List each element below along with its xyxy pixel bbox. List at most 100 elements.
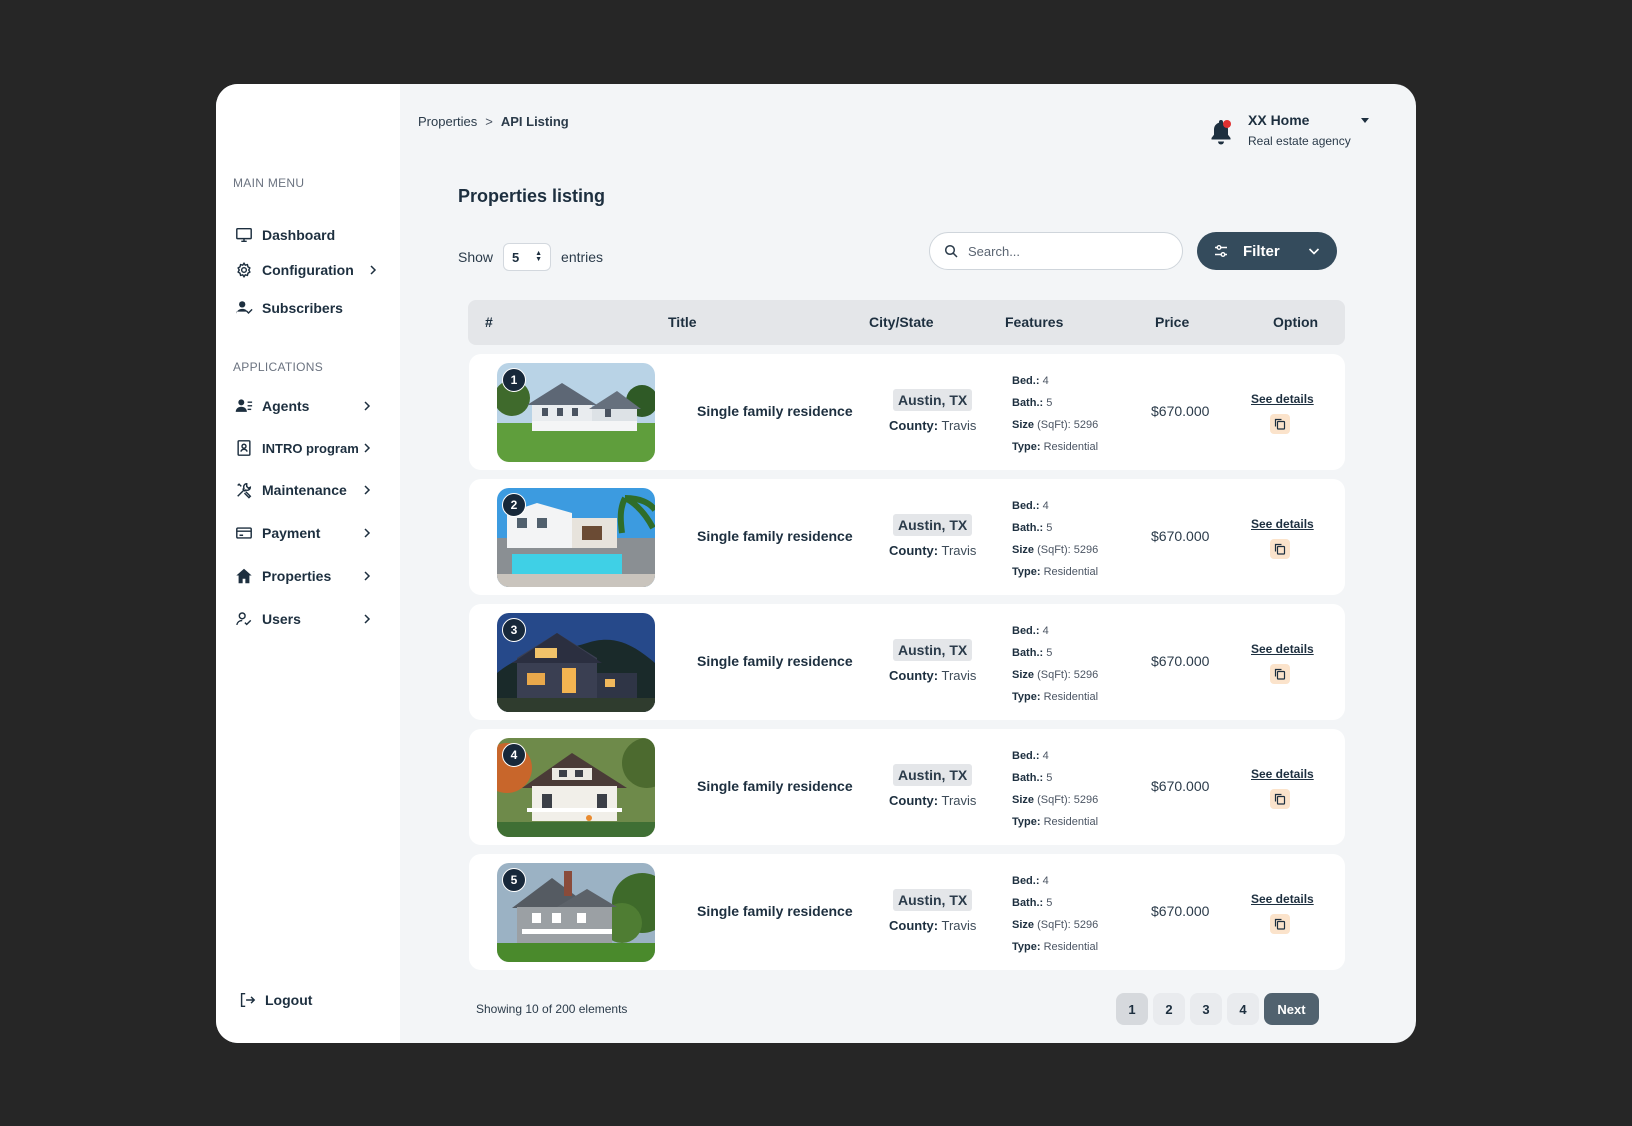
logout-icon xyxy=(237,990,257,1010)
see-details-link[interactable]: See details xyxy=(1251,892,1314,906)
sidebar-item-payment[interactable]: Payment xyxy=(234,520,374,546)
sidebar-item-label: Payment xyxy=(262,525,321,541)
caret-down-icon[interactable] xyxy=(1360,115,1370,125)
size-label: Size xyxy=(1012,669,1035,681)
type-value: Residential xyxy=(1043,941,1099,953)
chevron-right-icon xyxy=(360,399,374,413)
type-label: Type: xyxy=(1012,566,1041,578)
sidebar-item-intro-program[interactable]: INTRO program xyxy=(234,435,374,461)
column-header-option: Option xyxy=(1273,314,1319,330)
entries-stepper[interactable]: 5 ▲ ▼ xyxy=(503,243,552,271)
size-unit: (SqFt): xyxy=(1037,669,1071,681)
pagination-summary: Showing 10 of 200 elements xyxy=(476,1002,628,1016)
sidebar-item-configuration[interactable]: Configuration xyxy=(234,257,380,283)
chevron-right-icon xyxy=(360,526,374,540)
sidebar-item-users[interactable]: Users xyxy=(234,606,374,632)
size-unit: (SqFt): xyxy=(1037,794,1071,806)
size-unit: (SqFt): xyxy=(1037,544,1071,556)
bath-label: Bath.: xyxy=(1012,897,1044,909)
copy-button[interactable] xyxy=(1270,789,1290,809)
sidebar-item-dashboard[interactable]: Dashboard xyxy=(234,222,374,248)
see-details-link[interactable]: See details xyxy=(1251,517,1314,531)
type-label: Type: xyxy=(1012,691,1041,703)
page-button-2[interactable]: 2 xyxy=(1153,993,1185,1025)
copy-icon xyxy=(1274,418,1286,430)
logout-button[interactable]: Logout xyxy=(237,987,377,1013)
pagination: 1 2 3 4 Next xyxy=(1116,993,1319,1025)
sidebar-item-agents[interactable]: Agents xyxy=(234,393,374,419)
county-value: Travis xyxy=(941,543,977,558)
bed-label: Bed.: xyxy=(1012,375,1040,387)
features-list: Bed.: 4 Bath.: 5 Size (SqFt): 5296 Type:… xyxy=(1012,370,1098,458)
size-label: Size xyxy=(1012,794,1035,806)
county-label: County: xyxy=(889,668,939,683)
size-value: 5296 xyxy=(1073,669,1099,681)
type-label: Type: xyxy=(1012,816,1041,828)
bed-label: Bed.: xyxy=(1012,625,1040,637)
see-details-link[interactable]: See details xyxy=(1251,767,1314,781)
bed-value: 4 xyxy=(1042,500,1049,512)
breadcrumb-separator: > xyxy=(485,114,493,129)
county-value: Travis xyxy=(941,793,977,808)
city-state-badge: Austin, TX xyxy=(893,514,973,536)
county-label: County: xyxy=(889,918,939,933)
stepper-arrows-icon[interactable]: ▲ ▼ xyxy=(535,250,542,263)
sidebar-item-properties[interactable]: Properties xyxy=(234,563,374,589)
price-value: $670.000 xyxy=(1151,528,1210,544)
chevron-down-icon xyxy=(1307,244,1321,258)
breadcrumb-current: API Listing xyxy=(500,114,569,129)
county-value: Travis xyxy=(941,418,977,433)
size-value: 5296 xyxy=(1073,544,1099,556)
copy-icon xyxy=(1274,793,1286,805)
copy-button[interactable] xyxy=(1270,664,1290,684)
breadcrumb-parent[interactable]: Properties xyxy=(418,114,477,129)
size-value: 5296 xyxy=(1073,919,1099,931)
applications-heading: APPLICATIONS xyxy=(233,360,324,374)
copy-button[interactable] xyxy=(1270,914,1290,934)
search-input[interactable] xyxy=(968,243,1148,259)
tools-icon xyxy=(234,480,254,500)
show-label: Show xyxy=(458,249,494,265)
bath-label: Bath.: xyxy=(1012,647,1044,659)
size-unit: (SqFt): xyxy=(1037,919,1071,931)
page-button-3[interactable]: 3 xyxy=(1190,993,1222,1025)
sidebar-item-subscribers[interactable]: Subscribers xyxy=(234,295,374,321)
table-row: 5 Single family residence Austin, TX Cou… xyxy=(469,854,1345,970)
notification-bell-icon[interactable] xyxy=(1208,118,1234,146)
id-card-icon xyxy=(234,438,254,458)
type-value: Residential xyxy=(1043,566,1099,578)
price-value: $670.000 xyxy=(1151,653,1210,669)
size-value: 5296 xyxy=(1073,419,1099,431)
bath-label: Bath.: xyxy=(1012,397,1044,409)
account-menu[interactable]: XX Home Real estate agency xyxy=(1208,112,1370,148)
county-value: Travis xyxy=(941,918,977,933)
page-button-1[interactable]: 1 xyxy=(1116,993,1148,1025)
search-box[interactable] xyxy=(929,232,1183,270)
row-number-badge: 2 xyxy=(502,493,526,517)
county-text: County: Travis xyxy=(889,543,976,558)
copy-icon xyxy=(1274,668,1286,680)
city-state-badge: Austin, TX xyxy=(893,639,973,661)
property-title: Single family residence xyxy=(697,778,853,794)
page-button-4[interactable]: 4 xyxy=(1227,993,1259,1025)
filter-button[interactable]: Filter xyxy=(1197,232,1337,270)
city-state-badge: Austin, TX xyxy=(893,764,973,786)
bed-value: 4 xyxy=(1042,625,1049,637)
copy-button[interactable] xyxy=(1270,539,1290,559)
filter-label: Filter xyxy=(1243,242,1280,260)
see-details-link[interactable]: See details xyxy=(1251,392,1314,406)
size-value: 5296 xyxy=(1073,794,1099,806)
sidebar-item-maintenance[interactable]: Maintenance xyxy=(234,477,374,503)
see-details-link[interactable]: See details xyxy=(1251,642,1314,656)
column-header-price: Price xyxy=(1155,314,1190,330)
sidebar-item-label: Subscribers xyxy=(262,300,343,316)
type-label: Type: xyxy=(1012,441,1041,453)
account-subtitle: Real estate agency xyxy=(1248,134,1351,148)
size-label: Size xyxy=(1012,419,1035,431)
features-list: Bed.: 4 Bath.: 5 Size (SqFt): 5296 Type:… xyxy=(1012,870,1098,958)
price-value: $670.000 xyxy=(1151,903,1210,919)
copy-button[interactable] xyxy=(1270,414,1290,434)
county-text: County: Travis xyxy=(889,668,976,683)
next-page-button[interactable]: Next xyxy=(1264,993,1319,1025)
chevron-right-icon xyxy=(360,612,374,626)
